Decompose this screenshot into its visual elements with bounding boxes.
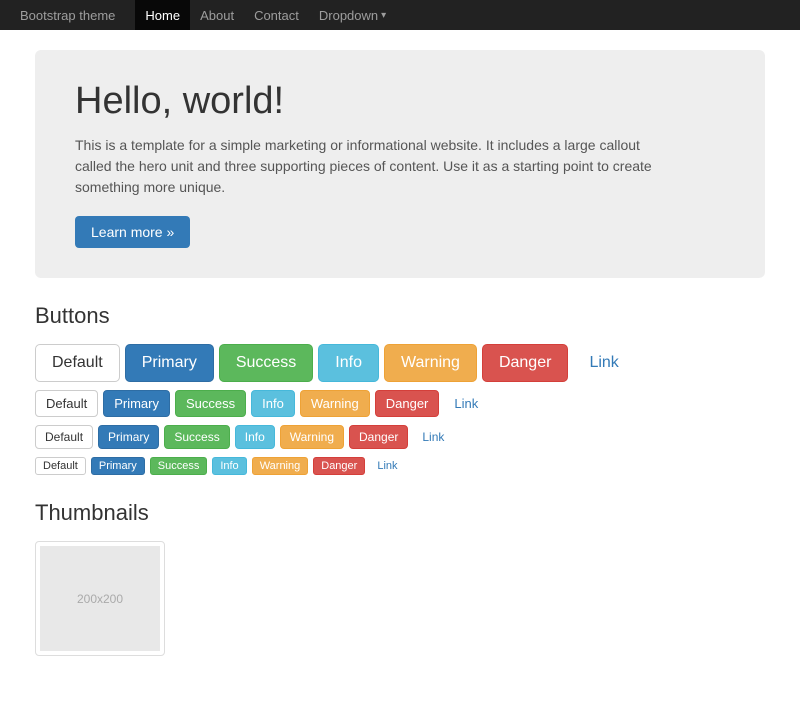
dropdown-arrow-icon: ▾ <box>381 10 386 21</box>
btn-link-md[interactable]: Link <box>444 391 488 416</box>
learn-more-button[interactable]: Learn more » <box>75 216 190 248</box>
btn-warning-lg[interactable]: Warning <box>384 344 477 382</box>
button-row-sm: Default Primary Success Info Warning Dan… <box>35 425 765 449</box>
thumbnails-section: Thumbnails 200x200 <box>35 500 765 656</box>
hero-description: This is a template for a simple marketin… <box>75 135 675 198</box>
btn-primary-sm[interactable]: Primary <box>98 425 159 449</box>
button-row-md: Default Primary Success Info Warning Dan… <box>35 390 765 417</box>
btn-default-sm[interactable]: Default <box>35 425 93 449</box>
btn-default-lg[interactable]: Default <box>35 344 120 382</box>
button-row-lg: Default Primary Success Info Warning Dan… <box>35 344 765 382</box>
btn-info-lg[interactable]: Info <box>318 344 379 382</box>
btn-primary-md[interactable]: Primary <box>103 390 170 417</box>
btn-danger-lg[interactable]: Danger <box>482 344 568 382</box>
btn-danger-xs[interactable]: Danger <box>313 457 365 475</box>
btn-info-xs[interactable]: Info <box>212 457 246 475</box>
buttons-section: Buttons Default Primary Success Info War… <box>35 303 765 475</box>
btn-link-xs[interactable]: Link <box>370 458 404 474</box>
btn-link-sm[interactable]: Link <box>413 426 453 448</box>
btn-warning-md[interactable]: Warning <box>300 390 370 417</box>
btn-link-lg[interactable]: Link <box>573 345 634 381</box>
btn-success-sm[interactable]: Success <box>164 425 229 449</box>
btn-default-xs[interactable]: Default <box>35 457 86 475</box>
nav-item-home[interactable]: Home <box>135 0 190 30</box>
navbar-brand[interactable]: Bootstrap theme <box>20 8 115 23</box>
btn-warning-sm[interactable]: Warning <box>280 425 344 449</box>
btn-primary-xs[interactable]: Primary <box>91 457 145 475</box>
btn-default-md[interactable]: Default <box>35 390 98 417</box>
hero-title: Hello, world! <box>75 80 725 123</box>
btn-success-xs[interactable]: Success <box>150 457 208 475</box>
thumbnail-placeholder: 200x200 <box>40 546 160 651</box>
btn-success-lg[interactable]: Success <box>219 344 313 382</box>
hero-unit: Hello, world! This is a template for a s… <box>35 50 765 278</box>
btn-warning-xs[interactable]: Warning <box>252 457 309 475</box>
button-row-xs: Default Primary Success Info Warning Dan… <box>35 457 765 475</box>
btn-danger-md[interactable]: Danger <box>375 390 440 417</box>
btn-danger-sm[interactable]: Danger <box>349 425 408 449</box>
nav-item-dropdown[interactable]: Dropdown ▾ <box>309 0 396 30</box>
btn-primary-lg[interactable]: Primary <box>125 344 214 382</box>
thumbnail-item[interactable]: 200x200 <box>35 541 165 656</box>
nav-items: Home About Contact Dropdown ▾ <box>135 0 396 30</box>
buttons-title: Buttons <box>35 303 765 329</box>
nav-item-contact[interactable]: Contact <box>244 0 309 30</box>
nav-item-about[interactable]: About <box>190 0 244 30</box>
thumbnails-title: Thumbnails <box>35 500 765 526</box>
navbar: Bootstrap theme Home About Contact Dropd… <box>0 0 800 30</box>
btn-info-sm[interactable]: Info <box>235 425 275 449</box>
btn-info-md[interactable]: Info <box>251 390 295 417</box>
main-container: Hello, world! This is a template for a s… <box>20 30 780 701</box>
btn-success-md[interactable]: Success <box>175 390 246 417</box>
